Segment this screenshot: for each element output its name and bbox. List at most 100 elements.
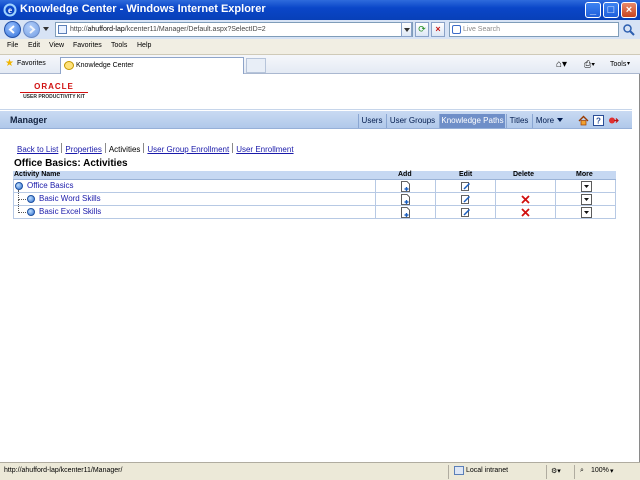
divider — [448, 465, 449, 479]
menu-favorites[interactable]: Favorites — [73, 42, 102, 49]
edit-activity-icon[interactable] — [460, 194, 471, 205]
zoom-level[interactable]: 100% — [591, 467, 609, 474]
tree-connector — [18, 200, 26, 213]
column-divider — [435, 180, 436, 192]
path-node-icon — [15, 182, 23, 190]
nav-titles[interactable]: Titles — [506, 114, 531, 128]
svg-text:e: e — [8, 5, 12, 15]
search-input[interactable]: Live Search — [449, 22, 619, 37]
tree-connector — [18, 190, 26, 200]
column-divider — [435, 193, 436, 205]
column-divider — [435, 206, 436, 218]
menu-edit[interactable]: Edit — [28, 42, 40, 49]
page-title: Office Basics: Activities — [14, 158, 128, 169]
address-dropdown-button[interactable] — [401, 22, 412, 37]
refresh-icon: ⟳ — [418, 24, 426, 34]
activities-link-current: Activities — [108, 145, 141, 154]
back-button[interactable] — [4, 21, 21, 38]
menu-file[interactable]: File — [7, 42, 18, 49]
status-url: http://ahufford-lap/kcenter11/Manager/ — [4, 467, 123, 474]
path-node-icon — [27, 208, 35, 216]
divider — [61, 143, 63, 153]
stop-button[interactable]: × — [431, 22, 445, 37]
col-activity-name: Activity Name — [14, 171, 61, 178]
security-zone[interactable]: Local intranet — [466, 467, 508, 474]
menu-view[interactable]: View — [49, 42, 64, 49]
divider — [574, 465, 575, 479]
divider — [546, 465, 547, 479]
tab-knowledge-center[interactable]: Knowledge Center — [60, 57, 244, 74]
favorites-button[interactable]: Favorites — [17, 60, 46, 67]
column-divider — [555, 180, 556, 192]
menu-help[interactable]: Help — [137, 42, 151, 49]
add-activity-icon[interactable] — [400, 207, 411, 218]
zoom-chevron-icon[interactable]: ▾ — [610, 467, 614, 475]
print-dropdown-icon[interactable]: ⎙▾ — [584, 58, 595, 71]
intranet-zone-icon — [454, 466, 464, 475]
address-input[interactable]: http://ahufford-lap/kcenter11/Manager/De… — [55, 22, 413, 37]
manager-title: Manager — [10, 115, 48, 125]
maximize-button[interactable]: □ — [603, 2, 619, 18]
activity-name-link[interactable]: Basic Word Skills — [39, 194, 101, 203]
close-window-button[interactable]: × — [621, 2, 637, 18]
activity-name-link[interactable]: Office Basics — [27, 181, 74, 190]
window-title: Knowledge Center - Windows Internet Expl… — [20, 3, 266, 15]
menu-tools[interactable]: Tools — [111, 42, 127, 49]
edit-activity-icon[interactable] — [460, 207, 471, 218]
home-dropdown-icon[interactable]: ⌂▾ — [556, 58, 567, 71]
tab-label: Knowledge Center — [76, 62, 134, 69]
col-delete: Delete — [513, 171, 535, 178]
help-icon[interactable]: ? — [593, 115, 604, 126]
back-arrow-icon — [8, 25, 15, 34]
user-group-enrollment-link[interactable]: User Group Enrollment — [147, 145, 229, 154]
nav-users[interactable]: Users — [358, 114, 385, 128]
menu-bar: File Edit View Favorites Tools Help — [0, 39, 640, 55]
column-divider — [375, 180, 376, 192]
column-divider — [555, 206, 556, 218]
live-search-icon — [452, 25, 461, 34]
search-placeholder: Live Search — [463, 26, 500, 33]
edit-activity-icon[interactable] — [460, 181, 471, 192]
forward-button[interactable] — [23, 21, 40, 38]
properties-link[interactable]: Properties — [65, 145, 101, 154]
delete-activity-icon[interactable] — [520, 207, 531, 218]
col-more: More — [576, 171, 593, 178]
zoom-icon[interactable]: ⌕ — [580, 467, 584, 475]
user-enrollment-link[interactable]: User Enrollment — [236, 145, 293, 154]
more-dropdown-icon[interactable] — [581, 194, 592, 205]
more-dropdown-icon[interactable] — [581, 181, 592, 192]
column-divider — [495, 206, 496, 218]
column-divider — [555, 193, 556, 205]
logo-product-text: USER PRODUCTIVITY KIT — [23, 94, 85, 100]
url-host: ahufford-lap — [87, 26, 125, 33]
search-magnifier-icon[interactable] — [622, 23, 636, 36]
path-node-icon — [27, 195, 35, 203]
favorites-star-icon[interactable]: ★ — [5, 59, 14, 69]
page-header: ORACLE USER PRODUCTIVITY KIT — [0, 74, 632, 110]
tools-chevron-icon[interactable]: ▾ — [627, 58, 630, 71]
window-title-bar[interactable]: e Knowledge Center - Windows Internet Ex… — [0, 0, 640, 20]
knowledge-center-icon — [64, 61, 74, 70]
more-dropdown-icon[interactable] — [581, 207, 592, 218]
table-row: Basic Excel Skills — [13, 200, 616, 219]
protected-mode-icon[interactable]: ⚙▾ — [551, 467, 561, 475]
divider — [232, 143, 234, 153]
divider — [104, 143, 106, 153]
home-icon[interactable] — [578, 115, 589, 126]
col-add: Add — [398, 171, 412, 178]
nav-more[interactable]: More — [532, 114, 566, 128]
recent-pages-dropdown-icon[interactable] — [43, 27, 49, 31]
nav-knowledge-paths[interactable]: Knowledge Paths — [439, 114, 505, 128]
delete-activity-icon[interactable] — [520, 194, 531, 205]
nav-user-groups[interactable]: User Groups — [386, 114, 438, 128]
add-activity-icon[interactable] — [400, 194, 411, 205]
back-to-list-link[interactable]: Back to List — [17, 145, 58, 154]
add-activity-icon[interactable] — [400, 181, 411, 192]
minimize-button[interactable]: _ — [585, 2, 601, 18]
new-tab-button[interactable] — [246, 58, 266, 73]
tools-command-button[interactable]: Tools — [610, 58, 626, 71]
refresh-button[interactable]: ⟳ — [415, 22, 429, 37]
activity-name-link[interactable]: Basic Excel Skills — [39, 207, 101, 216]
status-bar: http://ahufford-lap/kcenter11/Manager/ L… — [0, 462, 640, 480]
logout-icon[interactable] — [608, 115, 619, 126]
